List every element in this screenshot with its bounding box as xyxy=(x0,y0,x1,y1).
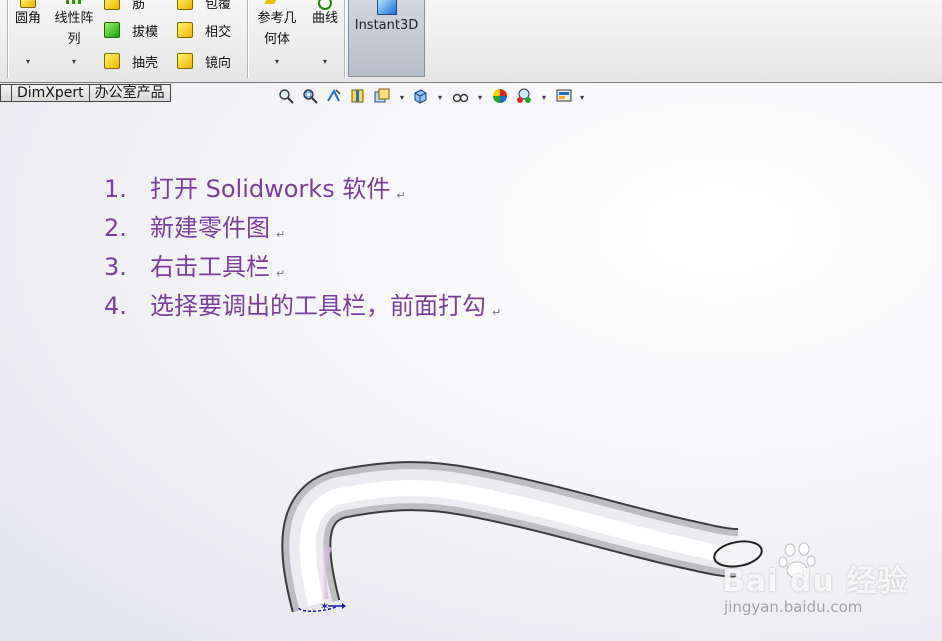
baidu-jingyan-watermark: Bai du 经验 jingyan.baidu.com xyxy=(718,540,938,620)
origin-marker-icon: ✶ xyxy=(320,600,329,613)
watermark-main-text: Bai du 经验 xyxy=(722,564,909,599)
watermark-url: jingyan.baidu.com xyxy=(724,598,863,616)
